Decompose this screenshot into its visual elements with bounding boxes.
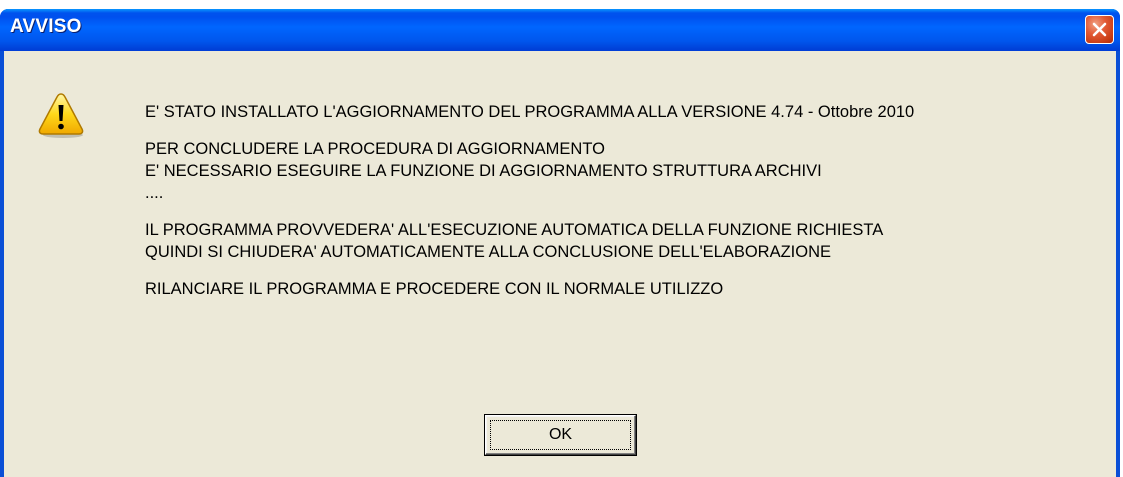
- message-dialog: AVVISO E' STATO INSTALLATO L'AGGIORNAMEN…: [0, 9, 1120, 477]
- message-line: E' STATO INSTALLATO L'AGGIORNAMENTO DEL …: [145, 103, 915, 121]
- warning-icon: [38, 93, 84, 138]
- message-text: E' STATO INSTALLATO L'AGGIORNAMENTO DEL …: [145, 101, 1105, 300]
- window-title: AVVISO: [10, 16, 82, 37]
- message-line: QUINDI SI CHIUDERA' AUTOMATICAMENTE ALLA…: [145, 243, 832, 261]
- close-button[interactable]: [1085, 15, 1114, 44]
- dialog-body: E' STATO INSTALLATO L'AGGIORNAMENTO DEL …: [4, 51, 1116, 477]
- message-line: RILANCIARE IL PROGRAMMA E PROCEDERE CON …: [145, 280, 724, 298]
- message-line: IL PROGRAMMA PROVVEDERA' ALL'ESECUZIONE …: [145, 221, 884, 239]
- message-line: ....: [145, 184, 164, 202]
- message-line: E' NECESSARIO ESEGUIRE LA FUNZIONE DI AG…: [145, 162, 822, 180]
- ok-button[interactable]: OK: [484, 414, 637, 456]
- close-icon: [1092, 22, 1107, 37]
- title-bar[interactable]: AVVISO: [0, 9, 1120, 51]
- ok-button-label: OK: [490, 420, 631, 450]
- message-line: PER CONCLUDERE LA PROCEDURA DI AGGIORNAM…: [145, 140, 605, 158]
